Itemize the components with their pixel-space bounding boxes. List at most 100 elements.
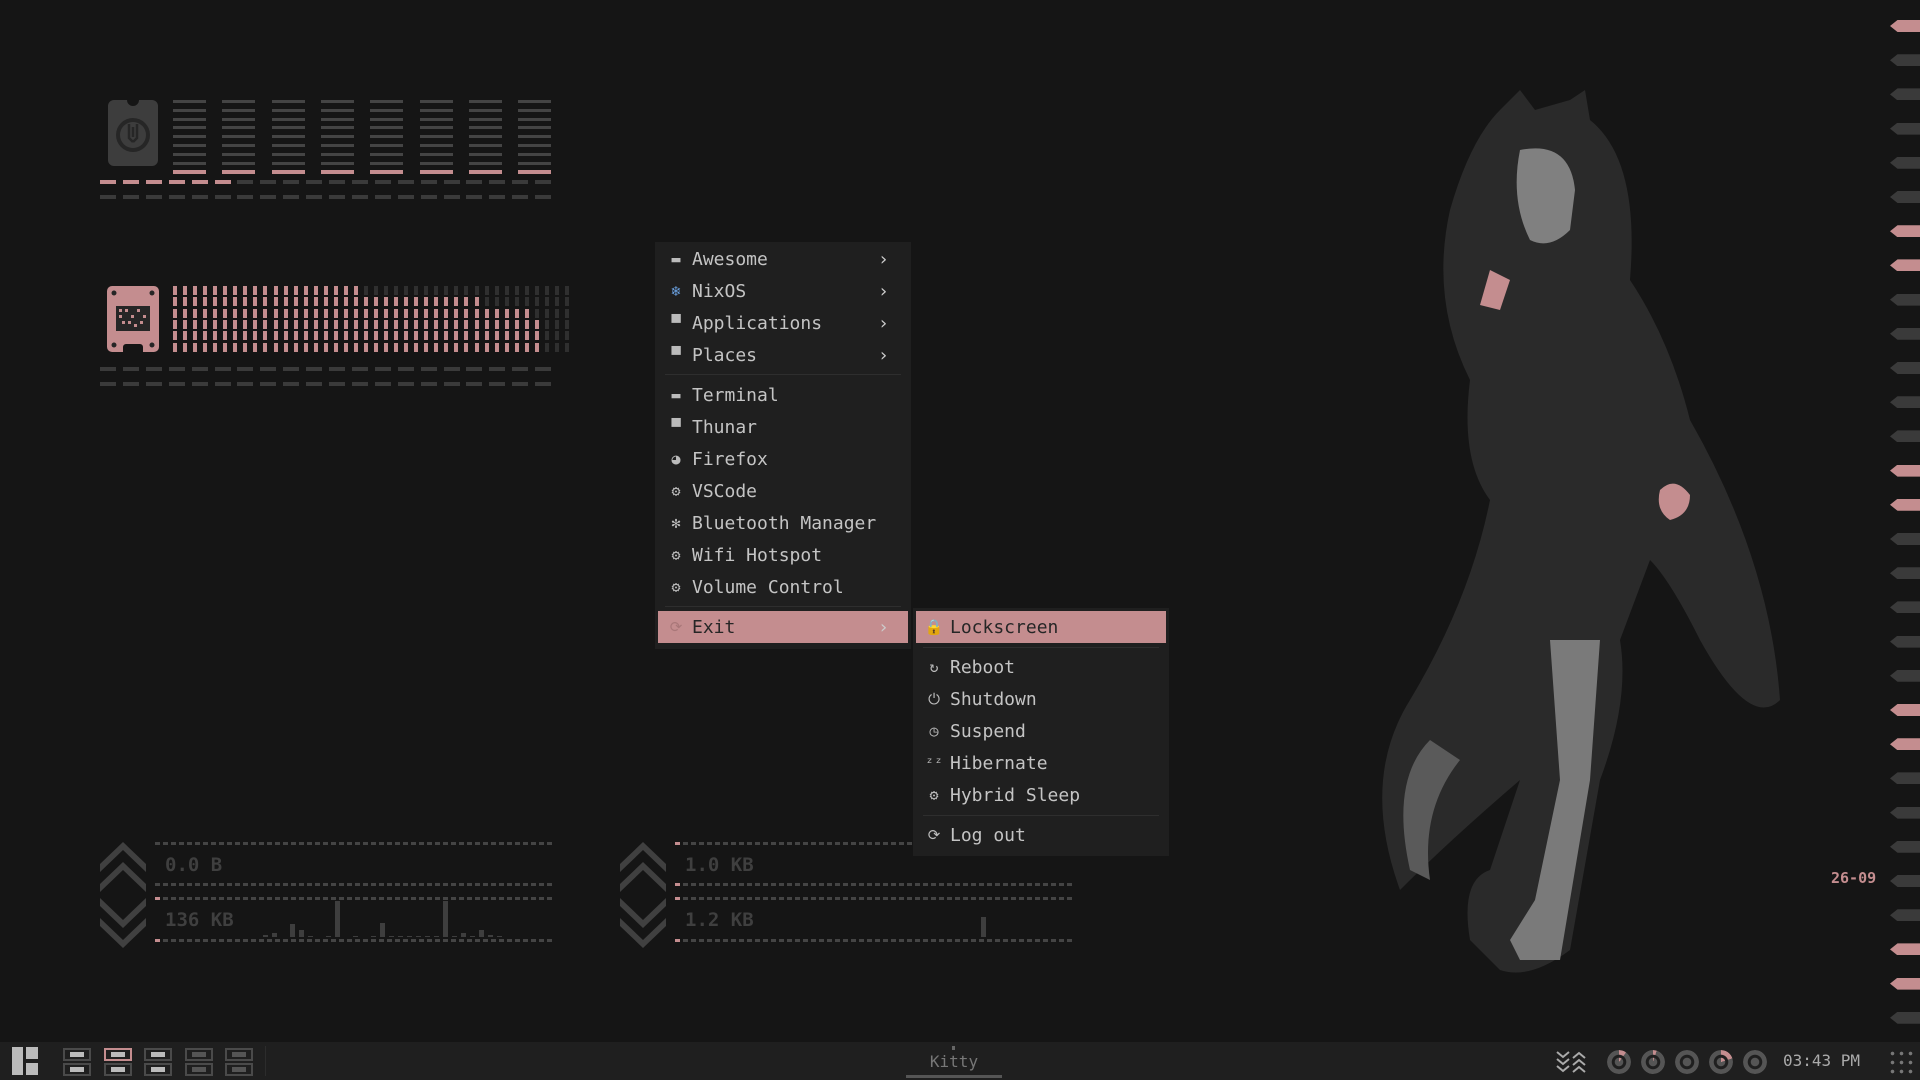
edge-tab[interactable] (1890, 327, 1920, 340)
edge-tab[interactable] (1890, 669, 1920, 682)
ram-bar (303, 286, 308, 352)
menu-item-applications[interactable]: ▀ Applications › (658, 307, 908, 339)
edge-tab[interactable] (1890, 430, 1920, 443)
ram-segment (351, 382, 368, 386)
edge-tab[interactable] (1890, 362, 1920, 374)
task-kitty[interactable]: Kitty (906, 1042, 1002, 1080)
edge-tab[interactable] (1890, 909, 1920, 922)
gear-icon: ⚙ (929, 786, 939, 804)
status-ring-indicator[interactable] (1743, 1050, 1767, 1074)
gear-icon: ⚙ (671, 546, 681, 564)
menu-item-awesome[interactable]: ▬ Awesome › (658, 243, 908, 275)
chevron-right-icon: › (878, 616, 889, 638)
edge-tab[interactable] (1890, 533, 1920, 545)
edge-tab[interactable] (1890, 498, 1920, 511)
edge-tab[interactable] (1890, 875, 1920, 887)
workspace-tag-2[interactable] (103, 1048, 132, 1061)
menu-item-hibernate[interactable]: ᶻᶻ Hibernate (916, 747, 1166, 779)
edge-tab[interactable] (1890, 772, 1920, 785)
status-ring-indicator[interactable] (1641, 1050, 1665, 1074)
gear-icon: ⚙ (671, 482, 681, 500)
ram-bar (564, 286, 569, 352)
ram-segment (512, 382, 529, 386)
menu-item-lockscreen[interactable]: 🔒 Lockscreen (916, 611, 1166, 643)
cpu-usage-segment (306, 195, 323, 199)
layout-icon[interactable] (12, 1047, 38, 1075)
menu-item-nixos[interactable]: ❄ NixOS › (658, 275, 908, 307)
edge-tab[interactable] (1890, 293, 1920, 306)
menu-item-log-out[interactable]: ⟳ Log out (916, 819, 1166, 851)
menu-item-vscode[interactable]: ⚙ VSCode (658, 475, 908, 507)
menu-item-label: Hybrid Sleep (950, 784, 1081, 806)
edge-tab[interactable] (1890, 943, 1920, 956)
workspace-tag-9[interactable] (184, 1063, 213, 1076)
menu-item-suspend[interactable]: ◷ Suspend (916, 715, 1166, 747)
edge-tab[interactable] (1890, 88, 1920, 101)
edge-tab[interactable] (1890, 635, 1920, 648)
edge-tab[interactable] (1890, 601, 1920, 614)
edge-tab[interactable] (1890, 567, 1920, 580)
cpu-usage-segment (283, 180, 300, 184)
task-title: Kitty (929, 1052, 979, 1071)
main-menu: ▬ Awesome › ❄ NixOS › ▀ Applications › ▀ Places › ▬ T… (655, 242, 911, 649)
menu-item-hybrid-sleep[interactable]: ⚙ Hybrid Sleep (916, 779, 1166, 811)
edge-tab[interactable] (1890, 840, 1920, 853)
workspace-tag-4[interactable] (184, 1048, 213, 1061)
ram-segment (283, 367, 300, 371)
workspace-tag-3[interactable] (144, 1048, 172, 1061)
menu-item-label: Shutdown (950, 688, 1037, 710)
menu-item-shutdown[interactable]: ⏻ Shutdown (916, 683, 1166, 715)
workspace-tag-7[interactable] (103, 1063, 132, 1076)
edge-tab[interactable] (1890, 738, 1920, 751)
edge-tab[interactable] (1890, 1011, 1920, 1024)
menu-item-firefox[interactable]: ◕ Firefox (658, 443, 908, 475)
edge-tab[interactable] (1890, 464, 1920, 477)
menu-item-thunar[interactable]: ▀ Thunar (658, 411, 908, 443)
exit-submenu: 🔒 Lockscreen ↻ Reboot ⏻ Shutdown ◷ Suspend ᶻᶻ Hib… (913, 608, 1169, 856)
ram-segment (260, 382, 277, 386)
menu-item-exit[interactable]: ⟳ Exit › (658, 611, 908, 643)
menu-item-label: Lockscreen (950, 616, 1059, 638)
menu-item-places[interactable]: ▀ Places › (658, 339, 908, 371)
edge-tab[interactable] (1890, 806, 1920, 819)
download-history-bar (981, 917, 986, 937)
cpu-usage-segment (420, 195, 437, 199)
menu-item-reboot[interactable]: ↻ Reboot (916, 651, 1166, 683)
network-status-icon[interactable] (1555, 1050, 1587, 1074)
menu-item-terminal[interactable]: ▬ Terminal (658, 379, 908, 411)
chevron-right-icon: › (878, 248, 889, 270)
status-ring-indicator[interactable] (1709, 1050, 1733, 1074)
clock[interactable]: 03:43 PM (1783, 1051, 1860, 1070)
menu-item-bluetooth-manager[interactable]: ✻ Bluetooth Manager (658, 507, 908, 539)
power-icon: ⏻ (928, 690, 940, 708)
workspace-tag-1[interactable] (63, 1048, 91, 1061)
wallpaper-character (1382, 90, 1780, 973)
bluetooth-icon: ✻ (671, 514, 681, 532)
menu-item-wifi-hotspot[interactable]: ⚙ Wifi Hotspot (658, 539, 908, 571)
sleep-zzz-icon: ᶻᶻ (924, 754, 944, 772)
status-ring-indicator[interactable] (1675, 1050, 1699, 1074)
ram-segment (237, 367, 254, 371)
ram-segment (329, 382, 345, 386)
edge-tab[interactable] (1890, 977, 1920, 990)
edge-tab[interactable] (1890, 122, 1920, 135)
workspace-tag-6[interactable] (63, 1063, 91, 1076)
edge-tab[interactable] (1890, 259, 1920, 272)
app-grid-icon[interactable] (1888, 1049, 1914, 1075)
cpu-usage-segment (191, 195, 208, 199)
menu-item-volume-control[interactable]: ⚙ Volume Control (658, 571, 908, 603)
edge-tab[interactable] (1890, 156, 1920, 169)
edge-tab[interactable] (1890, 191, 1920, 203)
edge-tab[interactable] (1890, 54, 1920, 67)
ram-bar (173, 286, 177, 352)
cpu-core-bar (222, 100, 256, 175)
status-ring-indicator[interactable] (1607, 1050, 1631, 1074)
workspace-tag-5[interactable] (225, 1048, 253, 1061)
awesome-icon: ▬ (671, 250, 681, 268)
workspace-tag-10[interactable] (225, 1063, 253, 1076)
edge-tab[interactable] (1890, 396, 1920, 409)
edge-tab[interactable] (1890, 225, 1920, 238)
edge-tab[interactable] (1890, 20, 1920, 32)
workspace-tag-8[interactable] (144, 1063, 172, 1076)
edge-tab[interactable] (1890, 704, 1920, 716)
